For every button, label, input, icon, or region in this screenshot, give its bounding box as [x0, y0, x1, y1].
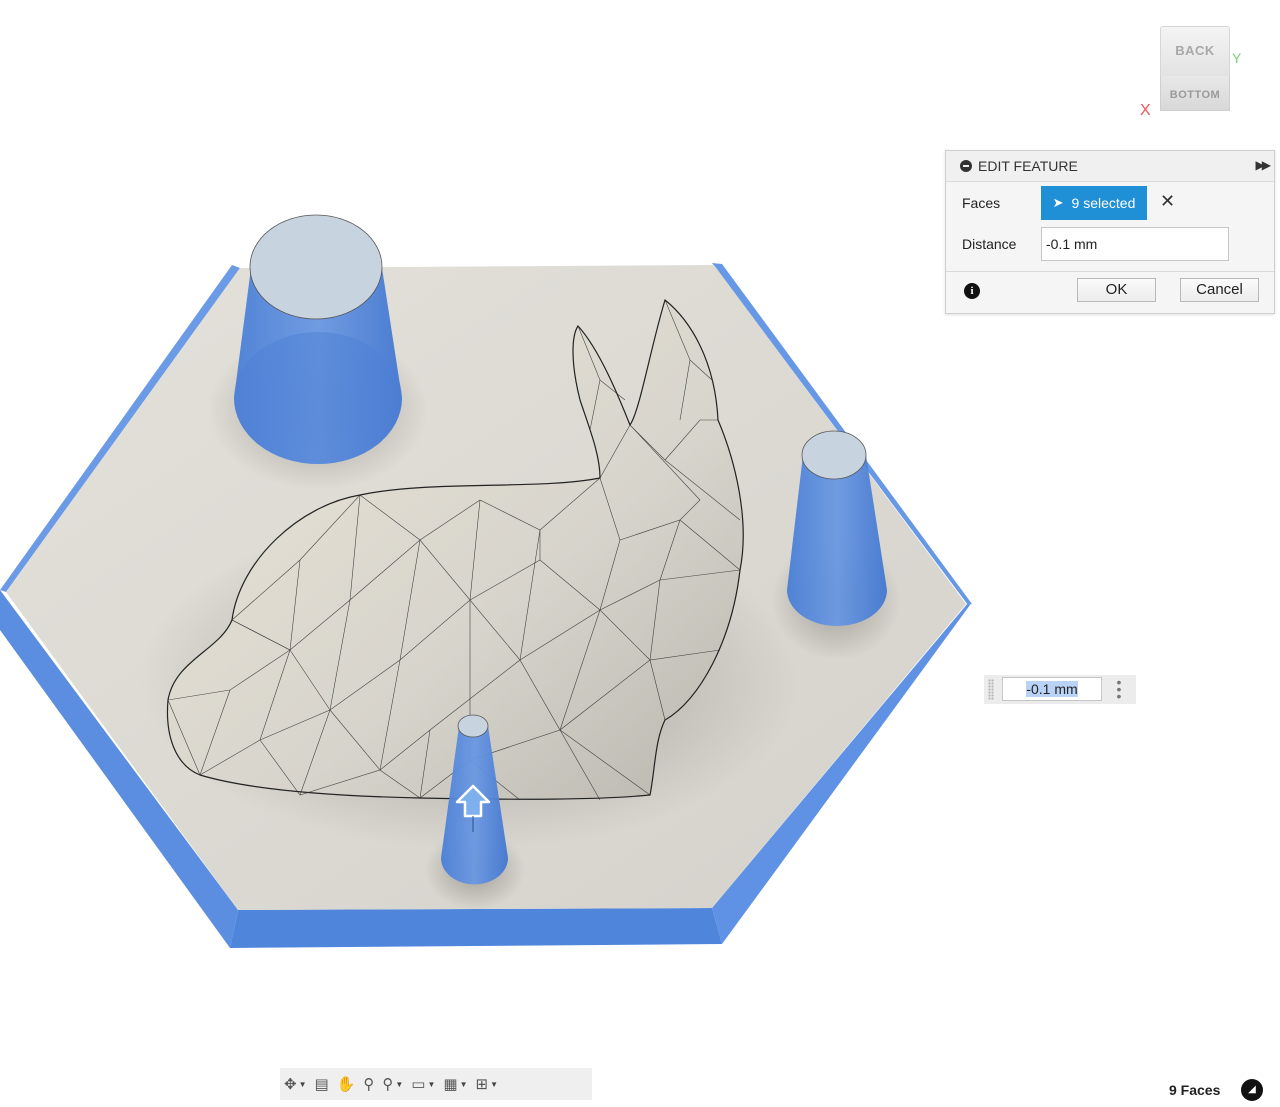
drag-handle[interactable] — [988, 679, 994, 700]
pan-icon[interactable]: ✋ — [337, 1075, 356, 1093]
view-cube[interactable]: BACK BOTTOM X Y — [1138, 22, 1258, 132]
selection-filter-icon[interactable]: ◢ — [1241, 1079, 1263, 1101]
floating-distance-input: -0.1 mm • • • — [984, 675, 1136, 704]
more-options-icon[interactable]: • • • — [1116, 675, 1122, 703]
cone-small-top — [457, 714, 489, 738]
clear-selection-icon[interactable]: ✕ — [1160, 191, 1175, 212]
panel-header[interactable]: EDIT FEATURE ▶▶ — [946, 151, 1274, 182]
edit-feature-panel: EDIT FEATURE ▶▶ Faces ➤ 9 selected ✕ Dis… — [945, 150, 1275, 314]
cursor-icon: ➤ — [1052, 195, 1064, 210]
cone-large-top — [249, 214, 383, 320]
floating-distance-value: -0.1 mm — [1026, 681, 1078, 697]
x-axis-label: X — [1140, 102, 1151, 119]
hex-base-wall-bottom — [230, 908, 722, 948]
floating-distance-field[interactable]: -0.1 mm — [1002, 677, 1102, 701]
info-icon[interactable]: i — [964, 283, 980, 299]
cancel-button[interactable]: Cancel — [1180, 278, 1259, 302]
view-cube-bottom-face[interactable]: BOTTOM — [1160, 76, 1230, 111]
grid-settings-icon[interactable]: ▦ ▼ — [443, 1075, 467, 1093]
faces-selection-button[interactable]: ➤ 9 selected — [1041, 186, 1147, 220]
faces-selected-count: 9 selected — [1071, 195, 1136, 211]
view-cube-back-face[interactable]: BACK — [1160, 26, 1230, 78]
fit-icon[interactable]: ⚲ ▼ — [382, 1075, 403, 1093]
distance-label: Distance — [962, 236, 1017, 252]
navigation-toolbar: ✥ ▼ ▤ ✋ ⚲ ⚲ ▼ ▭ ▼ ▦ ▼ ⊞ ▼ — [280, 1068, 592, 1100]
expand-icon[interactable]: ▶▶ — [1256, 158, 1272, 172]
viewports-icon[interactable]: ⊞ ▼ — [476, 1075, 499, 1093]
look-at-icon[interactable]: ▤ — [315, 1075, 329, 1093]
panel-divider — [946, 271, 1274, 272]
y-axis-label: Y — [1232, 50, 1242, 66]
cone-large[interactable] — [234, 214, 402, 464]
panel-title: EDIT FEATURE — [978, 158, 1078, 174]
display-settings-icon[interactable]: ▭ ▼ — [411, 1075, 435, 1093]
cone-right-top — [801, 430, 867, 480]
faces-label: Faces — [962, 195, 1001, 211]
ok-button[interactable]: OK — [1077, 278, 1156, 302]
orbit-icon[interactable]: ✥ ▼ — [284, 1075, 307, 1093]
distance-input[interactable]: -0.1 mm — [1041, 227, 1229, 261]
collapse-icon[interactable] — [960, 160, 972, 172]
zoom-icon[interactable]: ⚲ — [363, 1075, 374, 1093]
selection-status: 9 Faces — [1169, 1082, 1221, 1098]
